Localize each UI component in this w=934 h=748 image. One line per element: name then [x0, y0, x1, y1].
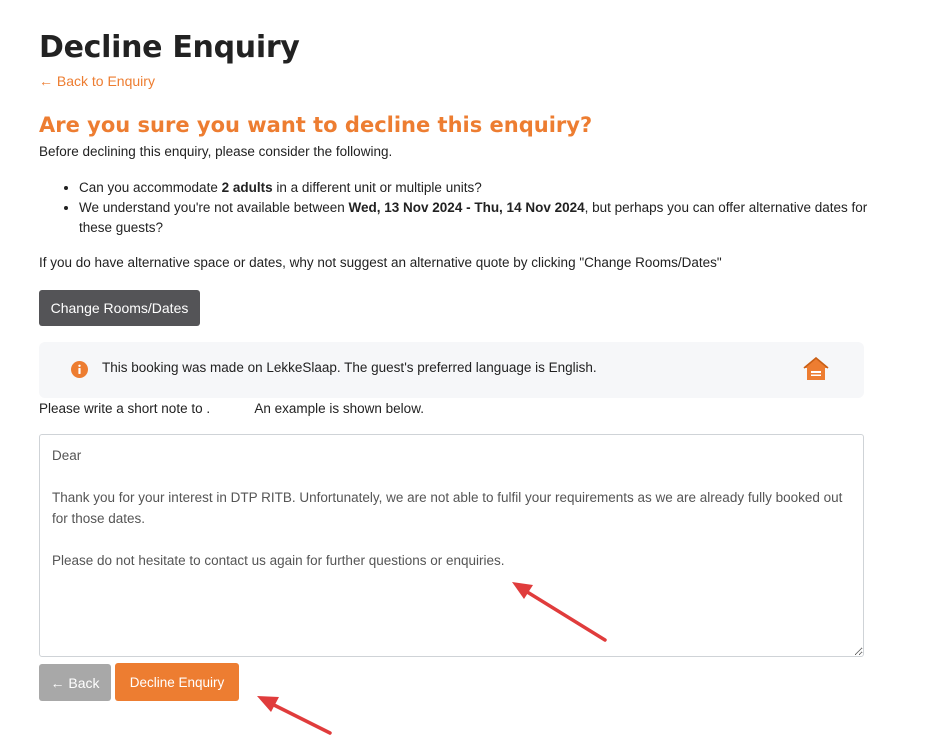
info-circle-icon	[71, 361, 88, 378]
decline-note-textarea[interactable]: Dear Thank you for your interest in DTP …	[39, 434, 864, 657]
house-icon	[803, 357, 829, 380]
page-title: Decline Enquiry	[39, 30, 300, 65]
back-button[interactable]: ← Back	[39, 664, 111, 701]
list-item-text: in a different unit or multiple units?	[272, 180, 482, 195]
date-range: Wed, 13 Nov 2024 - Thu, 14 Nov 2024	[348, 200, 585, 215]
decline-enquiry-page: Decline Enquiry ← Back to Enquiry Are yo…	[0, 0, 934, 748]
list-item-text: We understand you're not available betwe…	[79, 200, 349, 215]
change-rooms-dates-button[interactable]: Change Rooms/Dates	[39, 290, 200, 326]
info-alert: This booking was made on LekkeSlaap. The…	[39, 342, 864, 398]
list-item: Can you accommodate 2 adults in a differ…	[79, 178, 899, 198]
list-item-text: Can you accommodate	[79, 180, 222, 195]
suggestion-text: If you do have alternative space or date…	[39, 255, 722, 270]
info-text: This booking was made on LekkeSlaap. The…	[102, 360, 597, 375]
consider-list: Can you accommodate 2 adults in a differ…	[39, 178, 899, 238]
decline-enquiry-button[interactable]: Decline Enquiry	[115, 663, 239, 701]
annotation-arrow-decline	[257, 696, 332, 735]
guest-count: 2 adults	[221, 180, 273, 195]
intro-text: Before declining this enquiry, please co…	[39, 144, 393, 159]
confirm-heading: Are you sure you want to decline this en…	[39, 113, 593, 137]
note-label: Please write a short note to . An exampl…	[39, 401, 424, 416]
back-to-enquiry-link[interactable]: ← Back to Enquiry	[39, 73, 155, 89]
list-item: We understand you're not available betwe…	[79, 198, 899, 238]
